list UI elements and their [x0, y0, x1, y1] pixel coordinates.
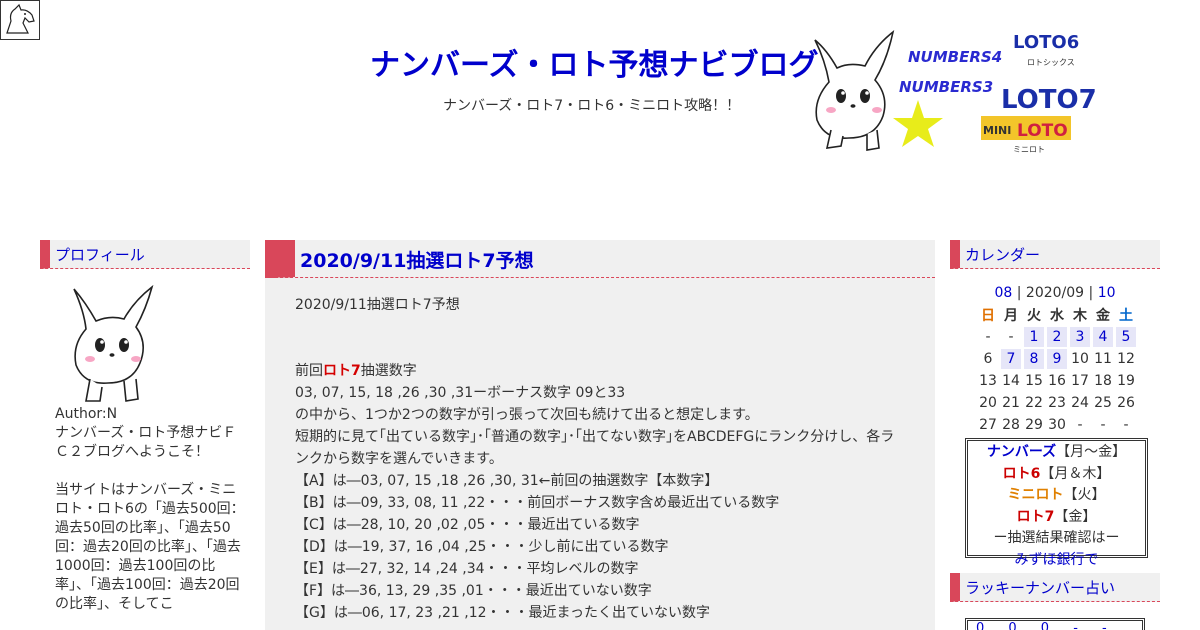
calendar-day: 26 — [1117, 395, 1135, 411]
calendar-day: 30 — [1048, 417, 1066, 433]
calendar-day: - — [1077, 417, 1083, 433]
calendar-day: 13 — [979, 373, 997, 389]
calendar-week: 13 14 15 16 17 18 19 — [978, 371, 1136, 391]
miniloto-logo: LOTO — [1017, 121, 1068, 141]
numbers4-logo: NUMBERS4 — [908, 48, 1002, 66]
profile-author: Author:N — [55, 406, 118, 422]
numbers3-logo: NUMBERS3 — [899, 78, 993, 96]
rank-d-line: 【D】は―19, 37, 16 ,04 ,25・・・少し前に出ている数字 — [295, 539, 669, 555]
calendar-day-link[interactable]: 4 — [1093, 327, 1113, 347]
prev-game-name: ロト7 — [323, 363, 361, 379]
calendar-day-link[interactable]: 1 — [1024, 327, 1044, 347]
calendar-day: - — [1008, 329, 1014, 345]
loto6-logo: LOTO6 — [1013, 32, 1079, 53]
calendar-day: - — [1100, 417, 1106, 433]
calendar-week: 27 28 29 30- - - — [978, 415, 1136, 435]
rank-g-line: 【G】は―06, 17, 23 ,21 ,12・・・最近まったく出ていない数字 — [295, 605, 710, 621]
calendar-day: 23 — [1048, 395, 1066, 411]
miniloto-mini-text: MINI — [983, 124, 1011, 137]
rank-e-line: 【E】は―27, 32, 14 ,24 ,34・・・平均レベルの数字 — [295, 561, 639, 577]
cat-mascot-icon — [814, 30, 895, 151]
calendar-day: 28 — [1002, 417, 1020, 433]
calendar-day: 17 — [1071, 373, 1089, 389]
post-line: の中から、1つか2つの数字が引っ張って次回も続けて出ると想定します。 — [295, 407, 759, 423]
calendar-week: --12345 — [978, 327, 1136, 347]
weekday-tue: 火 — [1027, 308, 1041, 324]
calendar-day: 29 — [1025, 417, 1043, 433]
loto7-logo: LOTO7 — [1001, 85, 1097, 115]
calendar-week: 20 21 22 23 24 25 26 — [978, 393, 1136, 413]
site-title[interactable]: ナンバーズ・ロト予想ナビブログ — [370, 40, 819, 84]
calendar-next-link[interactable]: 10 — [1098, 285, 1116, 301]
weekday-wed: 水 — [1050, 308, 1064, 324]
calendar-day: 18 — [1094, 373, 1112, 389]
article-title[interactable]: 2020/9/11抽選ロト7予想 — [300, 246, 534, 273]
rank-c-line: 【C】は―28, 10, 20 ,02 ,05・・・最近出ている数字 — [295, 517, 640, 533]
calendar-day: 20 — [979, 395, 997, 411]
rank-b-line: 【B】は―09, 33, 08, 11 ,22・・・前回ボーナス数字含め最近出て… — [295, 495, 780, 511]
calendar-day-link[interactable]: 7 — [1001, 349, 1021, 369]
schedule-note: ー抽選結果確認はー — [993, 530, 1120, 546]
rank-f-line: 【F】は―36, 13, 29 ,35 ,01・・・最近出ていない数字 — [295, 583, 652, 599]
calendar-day: 19 — [1117, 373, 1135, 389]
profile-intro: 当サイトはナンバーズ・ミニロト・ロト6の「過去500回：過去50回の比率」、「過… — [55, 482, 245, 612]
prev-draw-line: 前回ロト7抽選数字 — [295, 363, 417, 379]
schedule-miniloto: ミニロト【火】 — [1007, 487, 1106, 503]
calendar-day: 12 — [1117, 351, 1135, 367]
weekday-sun: 日 — [981, 308, 995, 324]
calendar-day-link[interactable]: 3 — [1070, 327, 1090, 347]
calendar-day: 27 — [979, 417, 997, 433]
profile-heading: プロフィール — [40, 240, 250, 269]
calendar-current-month: 2020/09 — [1025, 285, 1085, 301]
header-banner-image: NUMBERS4 NUMBERS3 LOTO6 ロトシックス LOTO7 MIN… — [814, 30, 1097, 154]
calendar-day: 16 — [1048, 373, 1066, 389]
calendar-day: 15 — [1025, 373, 1043, 389]
loto6-kana: ロトシックス — [1027, 58, 1075, 67]
bank-link[interactable]: みずほ銀行で — [968, 550, 1145, 572]
weekday-sat: 土 — [1119, 308, 1133, 324]
lucky-number-widget[interactable]: 0 0 0 - - 1 — [965, 618, 1145, 630]
schedule-numbers: ナンバーズ【月～金】 — [986, 444, 1127, 460]
calendar-heading: カレンダー — [950, 240, 1160, 269]
calendar-day: 10 — [1071, 351, 1089, 367]
post-line: 03, 07, 15, 18 ,26 ,30 ,31ーボーナス数字 09と33 — [295, 385, 626, 401]
calendar-day: 6 — [983, 351, 993, 367]
profile-welcome: ナンバーズ・ロト予想ナビＦＣ２ブログへようこそ！ — [55, 425, 237, 460]
site-logo-icon[interactable] — [0, 0, 40, 40]
calendar-day: - — [1123, 417, 1129, 433]
avatar — [73, 284, 154, 402]
calendar-prev-link[interactable]: 08 — [994, 285, 1012, 301]
calendar-day-link[interactable]: 2 — [1047, 327, 1067, 347]
calendar-day: 14 — [1002, 373, 1020, 389]
calendar-day-link[interactable]: 9 — [1047, 349, 1067, 369]
weekday-fri: 金 — [1096, 308, 1110, 324]
calendar-day: 24 — [1071, 395, 1089, 411]
article-body: 2020/9/11抽選ロト7予想 前回ロト7抽選数字 03, 07, 15, 1… — [295, 294, 895, 624]
weekday-mon: 月 — [1004, 308, 1018, 324]
article-lead: 2020/9/11抽選ロト7予想 — [295, 297, 460, 313]
post-line: 短期的に見て｢出ている数字｣･｢普通の数字｣･｢出てない数字｣をABCDEFGに… — [295, 429, 895, 467]
lucky-number-heading: ラッキーナンバー占い — [950, 573, 1160, 602]
calendar-week: 6 7 8 9 10 11 12 — [978, 349, 1136, 369]
site-description: ナンバーズ・ロト7・ロト6・ミニロト攻略！！ — [443, 98, 741, 114]
calendar-nav: 08 | 2020/09 | 10 — [994, 285, 1116, 301]
miniloto-kana: ミニロト — [1013, 145, 1045, 154]
calendar-day-link[interactable]: 8 — [1024, 349, 1044, 369]
weekday-thu: 木 — [1073, 308, 1087, 324]
article: 2020/9/11抽選ロト7予想 2020/9/11抽選ロト7予想 前回ロト7抽… — [265, 240, 935, 630]
schedule-loto7: ロト7【金】 — [1016, 508, 1097, 525]
schedule-loto6: ロト6【月＆木】 — [1002, 465, 1111, 482]
calendar-day: 25 — [1094, 395, 1112, 411]
calendar-day: 22 — [1025, 395, 1043, 411]
calendar-table: 日 月 火 水 木 金 土 - -1 2 3 4 5 6 7 8 9 10 11 12 13 14 15 16 1… — [975, 303, 1139, 437]
draw-schedule-box: ナンバーズ【月～金】 ロト6【月＆木】 ミニロト【火】 ロト7【金】 ー抽選結果… — [965, 438, 1148, 568]
calendar-day-link[interactable]: 5 — [1116, 327, 1136, 347]
calendar-days: - -1 2 3 4 5 6 7 8 9 10 11 12 13 14 15 16 17 18 19 20 21 22 23 2… — [978, 327, 1136, 435]
calendar-day: 21 — [1002, 395, 1020, 411]
profile-text: Author:N ナンバーズ・ロト予想ナビＦＣ２ブログへようこそ！ 当サイトはナ… — [55, 405, 245, 630]
rank-a-line: 【A】は―03, 07, 15 ,18 ,26 ,30, 31←前回の抽選数字【… — [295, 473, 719, 489]
calendar-day: 11 — [1094, 351, 1112, 367]
star-icon — [893, 100, 943, 147]
calendar-day: - — [985, 329, 991, 345]
